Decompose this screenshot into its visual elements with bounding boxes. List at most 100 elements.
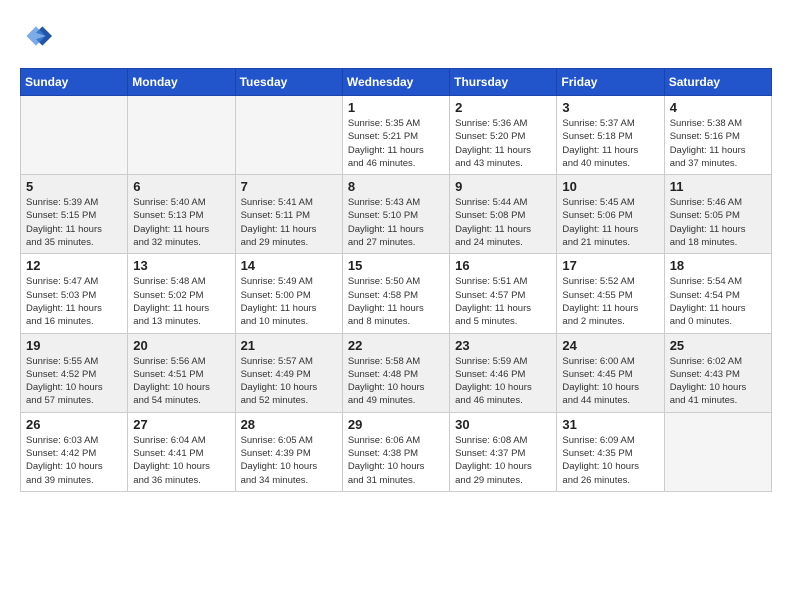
- day-number: 6: [133, 179, 229, 194]
- day-info: Sunrise: 6:02 AM Sunset: 4:43 PM Dayligh…: [670, 355, 766, 408]
- day-info: Sunrise: 5:50 AM Sunset: 4:58 PM Dayligh…: [348, 275, 444, 328]
- day-info: Sunrise: 5:51 AM Sunset: 4:57 PM Dayligh…: [455, 275, 551, 328]
- calendar-day: 19Sunrise: 5:55 AM Sunset: 4:52 PM Dayli…: [21, 333, 128, 412]
- calendar-day: 9 Sunrise: 5:44 AM Sunset: 5:08 PM Daylig…: [450, 175, 557, 254]
- day-number: 29: [348, 417, 444, 432]
- day-number: 26: [26, 417, 122, 432]
- day-header-thursday: Thursday: [450, 69, 557, 96]
- day-header-saturday: Saturday: [664, 69, 771, 96]
- day-info: Sunrise: 5:39 AM Sunset: 5:15 PM Dayligh…: [26, 196, 122, 249]
- calendar-day: 2Sunrise: 5:36 AM Sunset: 5:20 PM Daylig…: [450, 96, 557, 175]
- day-number: 25: [670, 338, 766, 353]
- day-info: Sunrise: 5:41 AM Sunset: 5:11 PM Dayligh…: [241, 196, 337, 249]
- calendar-week-2: 5 Sunrise: 5:39 AM Sunset: 5:15 PM Daylig…: [21, 175, 772, 254]
- day-info: Sunrise: 5:43 AM Sunset: 5:10 PM Dayligh…: [348, 196, 444, 249]
- day-info: Sunrise: 5:46 AM Sunset: 5:05 PM Dayligh…: [670, 196, 766, 249]
- day-number: 22: [348, 338, 444, 353]
- day-info: Sunrise: 5:57 AM Sunset: 4:49 PM Dayligh…: [241, 355, 337, 408]
- calendar-day: 27Sunrise: 6:04 AM Sunset: 4:41 PM Dayli…: [128, 412, 235, 491]
- calendar-day: 25 Sunrise: 6:02 AM Sunset: 4:43 PM Dayli…: [664, 333, 771, 412]
- calendar-day: 29 Sunrise: 6:06 AM Sunset: 4:38 PM Dayli…: [342, 412, 449, 491]
- day-number: 13: [133, 258, 229, 273]
- calendar-day: [235, 96, 342, 175]
- day-info: Sunrise: 5:37 AM Sunset: 5:18 PM Dayligh…: [562, 117, 658, 170]
- day-number: 21: [241, 338, 337, 353]
- day-number: 1: [348, 100, 444, 115]
- day-info: Sunrise: 5:56 AM Sunset: 4:51 PM Dayligh…: [133, 355, 229, 408]
- day-number: 30: [455, 417, 551, 432]
- day-number: 31: [562, 417, 658, 432]
- day-header-friday: Friday: [557, 69, 664, 96]
- calendar-day: 20 Sunrise: 5:56 AM Sunset: 4:51 PM Dayli…: [128, 333, 235, 412]
- day-number: 9: [455, 179, 551, 194]
- calendar-day: 23 Sunrise: 5:59 AM Sunset: 4:46 PM Dayli…: [450, 333, 557, 412]
- day-number: 3: [562, 100, 658, 115]
- calendar-day: 31 Sunrise: 6:09 AM Sunset: 4:35 PM Dayli…: [557, 412, 664, 491]
- day-number: 2: [455, 100, 551, 115]
- day-number: 15: [348, 258, 444, 273]
- day-number: 20: [133, 338, 229, 353]
- calendar-week-5: 26Sunrise: 6:03 AM Sunset: 4:42 PM Dayli…: [21, 412, 772, 491]
- calendar-day: 11Sunrise: 5:46 AM Sunset: 5:05 PM Dayli…: [664, 175, 771, 254]
- day-number: 10: [562, 179, 658, 194]
- calendar-day: 17 Sunrise: 5:52 AM Sunset: 4:55 PM Dayli…: [557, 254, 664, 333]
- day-info: Sunrise: 5:49 AM Sunset: 5:00 PM Dayligh…: [241, 275, 337, 328]
- day-header-wednesday: Wednesday: [342, 69, 449, 96]
- day-info: Sunrise: 5:44 AM Sunset: 5:08 PM Dayligh…: [455, 196, 551, 249]
- day-number: 28: [241, 417, 337, 432]
- calendar-day: 3 Sunrise: 5:37 AM Sunset: 5:18 PM Daylig…: [557, 96, 664, 175]
- calendar-day: 14 Sunrise: 5:49 AM Sunset: 5:00 PM Dayli…: [235, 254, 342, 333]
- calendar-day: 8 Sunrise: 5:43 AM Sunset: 5:10 PM Daylig…: [342, 175, 449, 254]
- calendar-day: 21 Sunrise: 5:57 AM Sunset: 4:49 PM Dayli…: [235, 333, 342, 412]
- day-info: Sunrise: 6:08 AM Sunset: 4:37 PM Dayligh…: [455, 434, 551, 487]
- day-number: 17: [562, 258, 658, 273]
- day-number: 8: [348, 179, 444, 194]
- day-header-sunday: Sunday: [21, 69, 128, 96]
- calendar-day: 1Sunrise: 5:35 AM Sunset: 5:21 PM Daylig…: [342, 96, 449, 175]
- calendar-day: 13 Sunrise: 5:48 AM Sunset: 5:02 PM Dayli…: [128, 254, 235, 333]
- day-number: 14: [241, 258, 337, 273]
- day-info: Sunrise: 5:58 AM Sunset: 4:48 PM Dayligh…: [348, 355, 444, 408]
- day-info: Sunrise: 5:52 AM Sunset: 4:55 PM Dayligh…: [562, 275, 658, 328]
- day-header-monday: Monday: [128, 69, 235, 96]
- calendar-day: 10 Sunrise: 5:45 AM Sunset: 5:06 PM Dayli…: [557, 175, 664, 254]
- calendar-day: 22 Sunrise: 5:58 AM Sunset: 4:48 PM Dayli…: [342, 333, 449, 412]
- calendar-day: 24 Sunrise: 6:00 AM Sunset: 4:45 PM Dayli…: [557, 333, 664, 412]
- calendar-day: [21, 96, 128, 175]
- day-header-tuesday: Tuesday: [235, 69, 342, 96]
- day-number: 5: [26, 179, 122, 194]
- day-number: 18: [670, 258, 766, 273]
- logo-icon: [20, 20, 52, 52]
- calendar-day: 6 Sunrise: 5:40 AM Sunset: 5:13 PM Daylig…: [128, 175, 235, 254]
- calendar-day: 18 Sunrise: 5:54 AM Sunset: 4:54 PM Dayli…: [664, 254, 771, 333]
- day-number: 19: [26, 338, 122, 353]
- calendar-week-4: 19Sunrise: 5:55 AM Sunset: 4:52 PM Dayli…: [21, 333, 772, 412]
- day-number: 16: [455, 258, 551, 273]
- day-info: Sunrise: 5:40 AM Sunset: 5:13 PM Dayligh…: [133, 196, 229, 249]
- calendar-day: 7 Sunrise: 5:41 AM Sunset: 5:11 PM Daylig…: [235, 175, 342, 254]
- day-info: Sunrise: 6:06 AM Sunset: 4:38 PM Dayligh…: [348, 434, 444, 487]
- day-info: Sunrise: 5:48 AM Sunset: 5:02 PM Dayligh…: [133, 275, 229, 328]
- calendar-day: 30 Sunrise: 6:08 AM Sunset: 4:37 PM Dayli…: [450, 412, 557, 491]
- day-info: Sunrise: 5:38 AM Sunset: 5:16 PM Dayligh…: [670, 117, 766, 170]
- calendar-day: 26Sunrise: 6:03 AM Sunset: 4:42 PM Dayli…: [21, 412, 128, 491]
- day-info: Sunrise: 5:59 AM Sunset: 4:46 PM Dayligh…: [455, 355, 551, 408]
- day-info: Sunrise: 6:09 AM Sunset: 4:35 PM Dayligh…: [562, 434, 658, 487]
- day-number: 4: [670, 100, 766, 115]
- calendar-week-1: 1Sunrise: 5:35 AM Sunset: 5:21 PM Daylig…: [21, 96, 772, 175]
- calendar-day: [128, 96, 235, 175]
- calendar-day: 4 Sunrise: 5:38 AM Sunset: 5:16 PM Daylig…: [664, 96, 771, 175]
- calendar-day: 28 Sunrise: 6:05 AM Sunset: 4:39 PM Dayli…: [235, 412, 342, 491]
- day-info: Sunrise: 6:04 AM Sunset: 4:41 PM Dayligh…: [133, 434, 229, 487]
- day-info: Sunrise: 6:00 AM Sunset: 4:45 PM Dayligh…: [562, 355, 658, 408]
- day-info: Sunrise: 6:05 AM Sunset: 4:39 PM Dayligh…: [241, 434, 337, 487]
- calendar-day: 5 Sunrise: 5:39 AM Sunset: 5:15 PM Daylig…: [21, 175, 128, 254]
- logo: [20, 20, 56, 52]
- day-number: 7: [241, 179, 337, 194]
- day-number: 23: [455, 338, 551, 353]
- page-header: [20, 20, 772, 52]
- day-number: 24: [562, 338, 658, 353]
- day-info: Sunrise: 5:45 AM Sunset: 5:06 PM Dayligh…: [562, 196, 658, 249]
- calendar-header-row: SundayMondayTuesdayWednesdayThursdayFrid…: [21, 69, 772, 96]
- day-info: Sunrise: 5:54 AM Sunset: 4:54 PM Dayligh…: [670, 275, 766, 328]
